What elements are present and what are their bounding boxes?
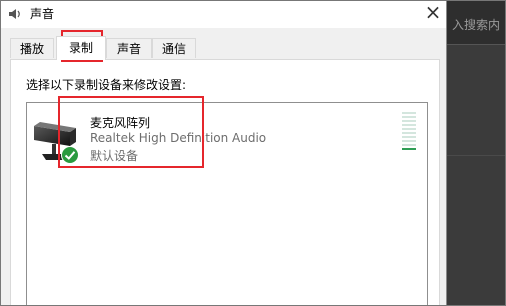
tab-communications[interactable]: 通信 — [152, 38, 196, 58]
meter-segment — [402, 116, 416, 118]
meter-segment — [402, 136, 416, 138]
tab-recording[interactable]: 录制 — [56, 36, 106, 60]
highlight-box-device — [58, 96, 204, 168]
level-meter — [402, 112, 416, 152]
meter-segment — [402, 144, 416, 146]
window-title: 声音 — [30, 7, 55, 21]
tab-sounds[interactable]: 声音 — [106, 38, 152, 58]
meter-segment — [402, 140, 416, 142]
background-divider — [446, 155, 506, 156]
meter-segment — [402, 120, 416, 122]
meter-segment-active — [402, 148, 416, 150]
meter-segment — [402, 128, 416, 130]
background-search-text: 入搜索内 — [452, 18, 501, 32]
speaker-icon — [9, 9, 20, 19]
meter-segment — [402, 124, 416, 126]
tab-playback[interactable]: 播放 — [10, 38, 54, 58]
meter-segment — [402, 112, 416, 114]
instruction-text: 选择以下录制设备来修改设置: — [26, 78, 187, 92]
close-button[interactable]: × — [420, 0, 446, 26]
background-app-window: 入搜索内 — [446, 0, 506, 306]
meter-segment — [402, 132, 416, 134]
background-divider — [446, 44, 506, 45]
title-bar[interactable]: 声音 × — [0, 0, 446, 28]
